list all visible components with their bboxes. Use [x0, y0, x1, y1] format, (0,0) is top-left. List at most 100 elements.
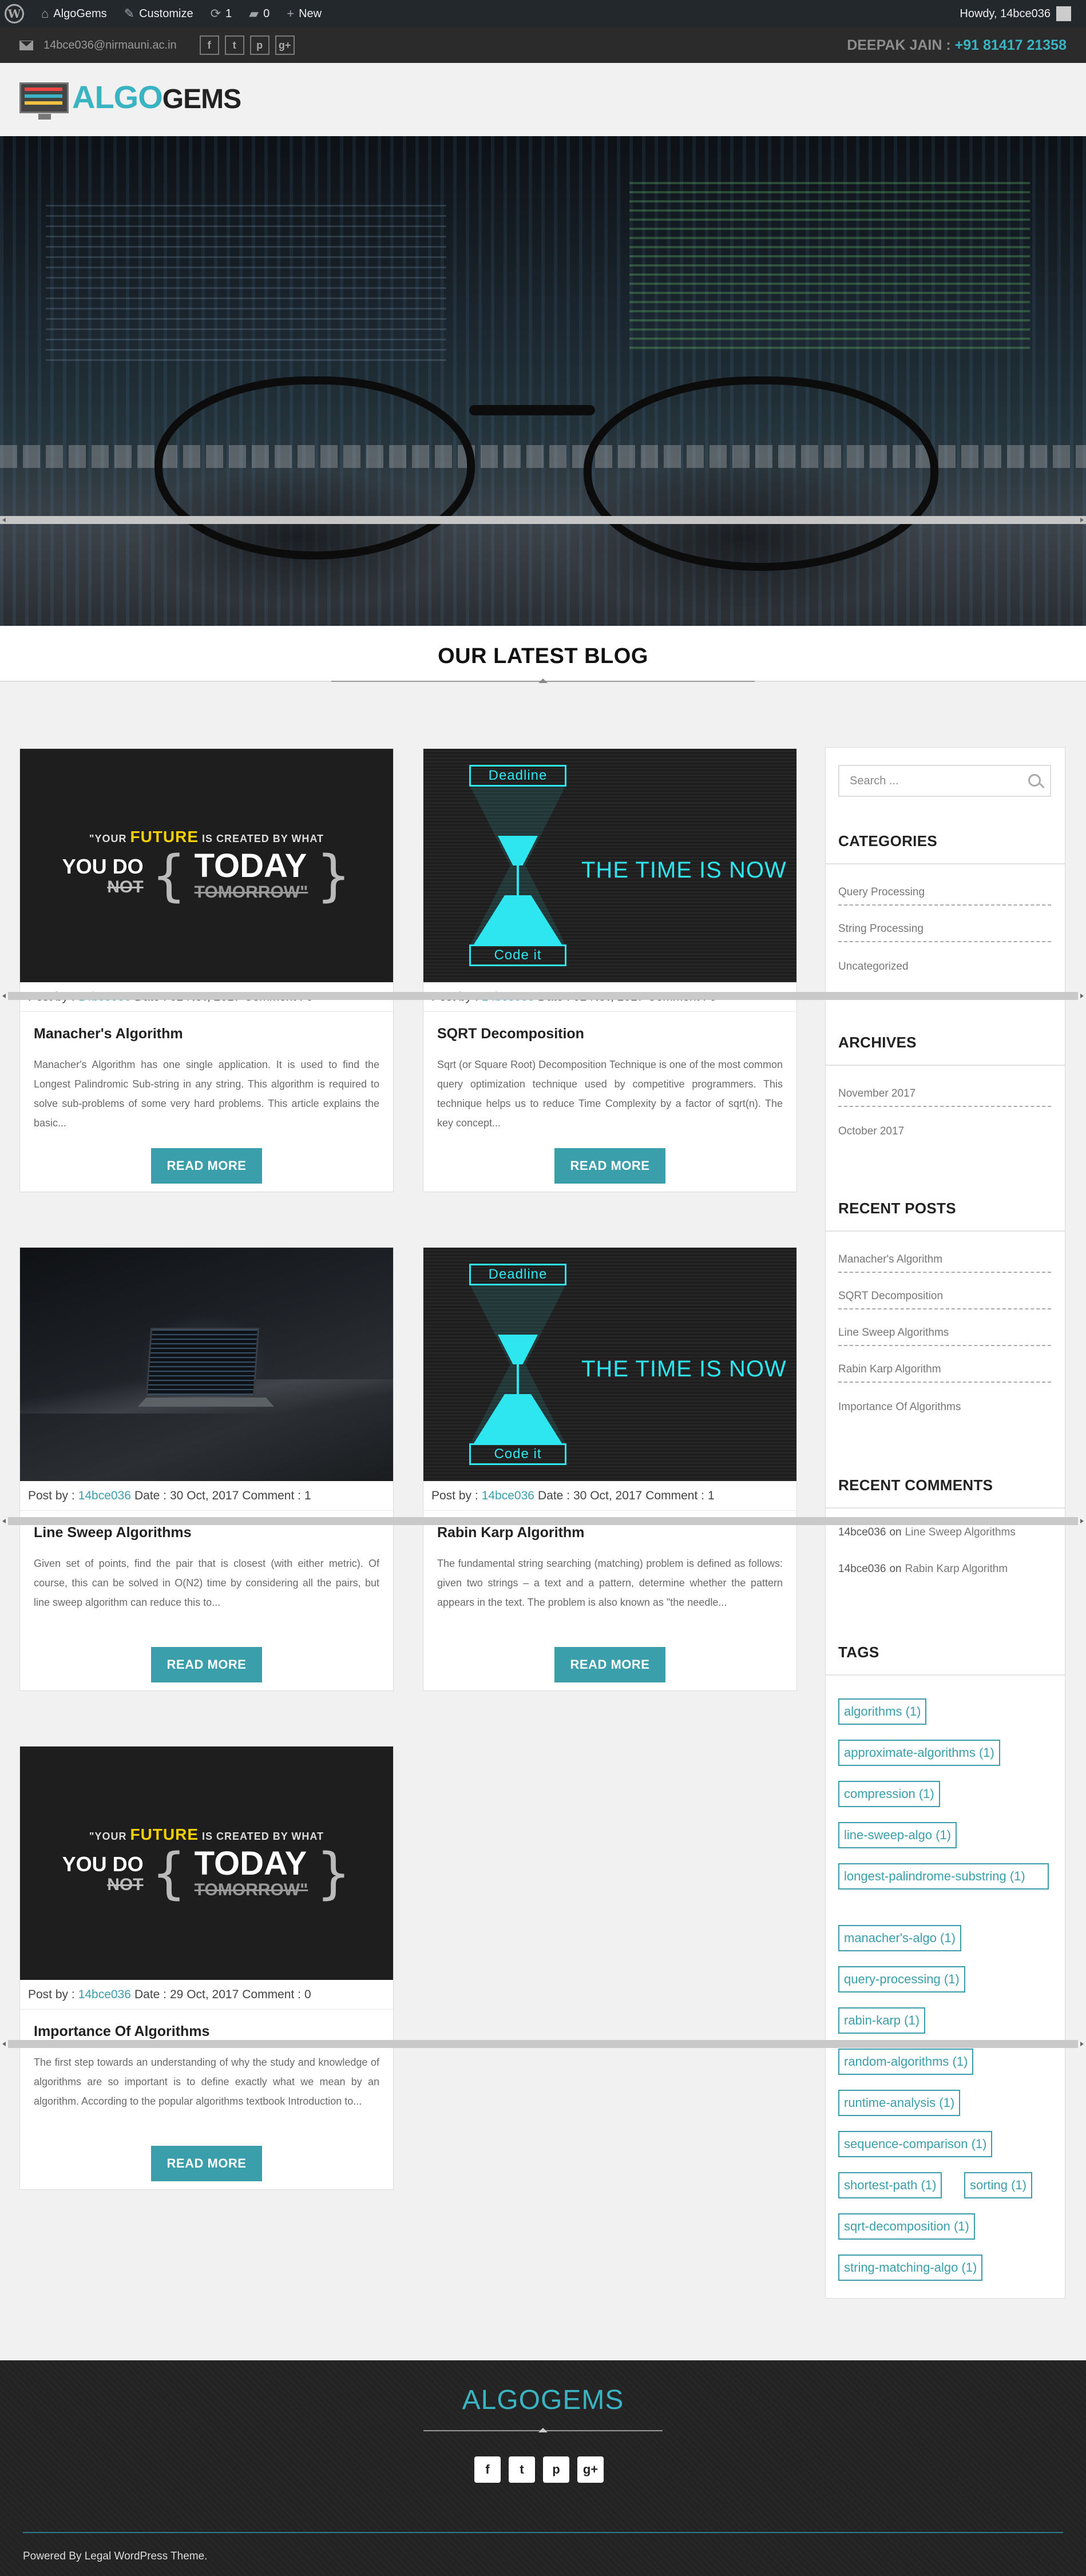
quote-line-1: "YOUR FUTURE IS CREATED BY WHAT	[89, 1825, 324, 1844]
twitter-icon[interactable]: t	[224, 35, 244, 55]
search-input[interactable]: Search ...	[838, 765, 1051, 797]
contact-email[interactable]: 14bce036@nirmauni.ac.in	[19, 39, 177, 52]
tag-link[interactable]: string-matching-algo (1)	[838, 2255, 983, 2281]
facebook-icon[interactable]: f	[199, 35, 219, 55]
post-thumbnail[interactable]: Deadline Code it THE TIME IS NOW	[423, 1248, 796, 1481]
hourglass-icon	[470, 787, 565, 944]
post-thumbnail[interactable]: "YOUR FUTURE IS CREATED BY WHAT YOU DO N…	[20, 749, 393, 982]
footer-rule	[23, 2532, 1063, 2533]
quote-left: YOU DO NOT	[62, 1853, 144, 1895]
read-more-button[interactable]: READ MORE	[554, 1148, 665, 1184]
admin-customize-link[interactable]: ✎ Customize	[124, 6, 193, 21]
category-link[interactable]: Query Processing	[838, 869, 1051, 906]
read-more-button[interactable]: READ MORE	[151, 1647, 262, 1682]
google-plus-icon[interactable]: g+	[577, 2456, 604, 2483]
hourglass-caption: THE TIME IS NOW	[581, 858, 787, 883]
post-card: "YOUR FUTURE IS CREATED BY WHAT YOU DO N…	[19, 1746, 394, 2190]
admin-updates-link[interactable]: ⟳ 1	[211, 6, 232, 21]
post-title[interactable]: Manacher's Algorithm	[34, 1026, 379, 1042]
twitter-icon[interactable]: t	[509, 2456, 535, 2483]
quote-word: TODAY	[194, 1845, 307, 1882]
meta-label: Comment :	[242, 1489, 301, 1502]
glasses-lens-left	[154, 376, 475, 559]
comment-post-link[interactable]: Rabin Karp Algorithm	[905, 1563, 1008, 1575]
post-thumbnail[interactable]	[20, 1248, 393, 1481]
search-placeholder: Search ...	[850, 774, 899, 787]
post-title[interactable]: Line Sweep Algorithms	[34, 1525, 379, 1541]
recent-post-link[interactable]: Manacher's Algorithm	[838, 1236, 1051, 1273]
post-thumbnail[interactable]: Deadline Code it THE TIME IS NOW	[423, 749, 796, 982]
tag-link[interactable]: query-processing (1)	[838, 1966, 965, 1992]
post-title[interactable]: Rabin Karp Algorithm	[437, 1525, 783, 1541]
tag-link[interactable]: line-sweep-algo (1)	[838, 1822, 957, 1848]
post-author-link[interactable]: 14bce036	[78, 1988, 131, 2002]
archive-link[interactable]: October 2017	[838, 1107, 1051, 1144]
hero-horizontal-scrollbar[interactable]	[0, 516, 1086, 524]
tag-link[interactable]: runtime-analysis (1)	[838, 2090, 961, 2116]
quote-word: TOMORROW"	[194, 883, 308, 902]
footer-title[interactable]: ALGOGEMS	[0, 2384, 1086, 2416]
tag-link[interactable]: sequence-comparison (1)	[838, 2131, 993, 2157]
tag-link[interactable]: random-algorithms (1)	[838, 2049, 974, 2075]
recent-post-link[interactable]: Importance Of Algorithms	[838, 1383, 1051, 1419]
post-thumbnail[interactable]: "YOUR FUTURE IS CREATED BY WHAT YOU DO N…	[20, 1747, 393, 1980]
post-title[interactable]: SQRT Decomposition	[437, 1026, 783, 1042]
recent-post-link[interactable]: SQRT Decomposition	[838, 1273, 1051, 1309]
contact-phone-number[interactable]: +91 81417 21358	[955, 37, 1067, 53]
post-title[interactable]: Importance Of Algorithms	[34, 2023, 379, 2040]
recent-post-link[interactable]: Rabin Karp Algorithm	[838, 1346, 1051, 1383]
brace-icon: }	[316, 844, 351, 908]
post-body: Rabin Karp Algorithm The fundamental str…	[423, 1511, 796, 1612]
tag-link[interactable]: manacher's-algo (1)	[838, 1925, 961, 1951]
hourglass-icon	[470, 1285, 565, 1443]
comment-icon: ▰	[249, 6, 259, 21]
tag-link[interactable]: algorithms (1)	[838, 1698, 927, 1725]
tag-link[interactable]: longest-palindrome-substring (1)	[838, 1863, 1049, 1890]
horizontal-scrollbar[interactable]	[2, 1517, 1084, 1525]
google-plus-icon[interactable]: g+	[275, 35, 295, 55]
archive-link[interactable]: November 2017	[838, 1070, 1051, 1107]
category-link[interactable]: String Processing	[838, 906, 1051, 942]
categories-list: Query Processing String Processing Uncat…	[838, 869, 1051, 979]
footer-social-links: f t p g+	[474, 2456, 604, 2483]
hero-banner-image	[0, 136, 1086, 626]
post-body: Manacher's Algorithm Manacher's Algorith…	[20, 1012, 393, 1133]
admin-account-menu[interactable]: Howdy, 14bce036	[960, 6, 1071, 21]
recent-post-link[interactable]: Line Sweep Algorithms	[838, 1309, 1051, 1346]
hero-screen-left	[46, 205, 446, 365]
site-logo[interactable]: ALGOGEMS	[19, 81, 241, 120]
categories-title: CATEGORIES	[838, 832, 937, 850]
read-more-button[interactable]: READ MORE	[151, 2146, 262, 2181]
horizontal-scrollbar[interactable]	[2, 2040, 1084, 2048]
wordpress-logo-icon[interactable]: W	[5, 4, 24, 23]
post-body: Line Sweep Algorithms Given set of point…	[20, 1511, 393, 1612]
quote-word: "YOUR	[89, 833, 127, 844]
contact-bar: 14bce036@nirmauni.ac.in f t p g+ DEEPAK …	[0, 27, 1086, 63]
pinterest-icon[interactable]: p	[543, 2456, 569, 2483]
quote-word: YOU DO	[62, 1852, 144, 1876]
post-author-link[interactable]: 14bce036	[482, 1489, 534, 1503]
tag-link[interactable]: rabin-karp (1)	[838, 2007, 926, 2034]
admin-new-link[interactable]: + New	[287, 6, 322, 21]
tag-link[interactable]: approximate-algorithms (1)	[838, 1740, 1000, 1766]
facebook-icon[interactable]: f	[474, 2456, 501, 2483]
pinterest-icon[interactable]: p	[249, 35, 269, 55]
tag-link[interactable]: compression (1)	[838, 1781, 940, 1807]
search-icon[interactable]	[1028, 774, 1041, 787]
footer-divider-marker	[538, 2428, 548, 2432]
read-more-button[interactable]: READ MORE	[151, 1148, 262, 1184]
read-more-button[interactable]: READ MORE	[554, 1647, 665, 1682]
quote-line-2: YOU DO NOT { TODAY TOMORROW" }	[62, 1846, 351, 1901]
post-author-link[interactable]: 14bce036	[78, 1489, 131, 1503]
tag-link[interactable]: shortest-path (1)	[838, 2172, 942, 2198]
recent-comments-title: RECENT COMMENTS	[838, 1476, 993, 1494]
post-comment-count: 0	[304, 1987, 311, 2001]
admin-comments-link[interactable]: ▰ 0	[249, 6, 269, 21]
admin-site-link[interactable]: ⌂ AlgoGems	[41, 6, 107, 21]
comment-post-link[interactable]: Line Sweep Algorithms	[905, 1526, 1016, 1539]
category-link[interactable]: Uncategorized	[838, 942, 1051, 979]
horizontal-scrollbar[interactable]	[2, 992, 1084, 1000]
admin-new-label: New	[299, 7, 322, 20]
tag-link[interactable]: sqrt-decomposition (1)	[838, 2213, 975, 2240]
tag-link[interactable]: sorting (1)	[964, 2172, 1033, 2198]
